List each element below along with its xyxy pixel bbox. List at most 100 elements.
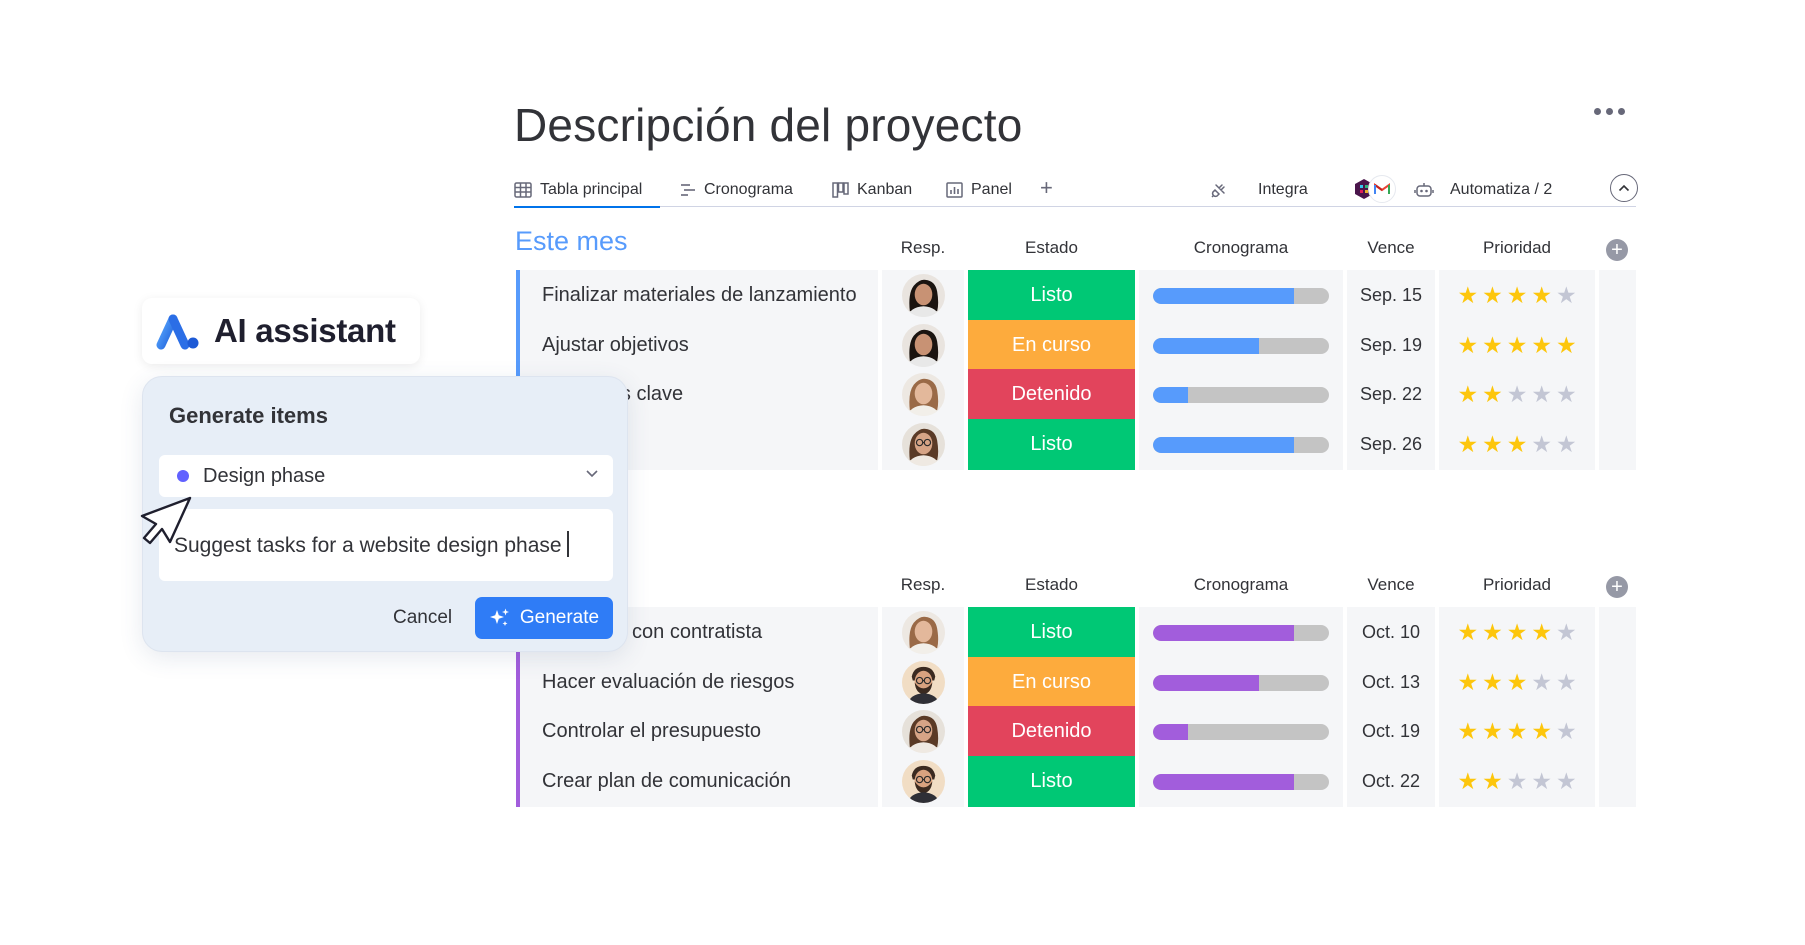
integration-app-logos[interactable] — [1350, 175, 1396, 203]
priority-rating[interactable]: ★ ★ ★ ★ ★ — [1439, 706, 1595, 757]
star-icon[interactable]: ★ — [1482, 770, 1503, 793]
integrate-button[interactable] — [1210, 172, 1228, 207]
timeline-cell[interactable] — [1139, 756, 1343, 807]
star-icon[interactable]: ★ — [1457, 770, 1478, 793]
status-label[interactable]: Listo — [968, 607, 1135, 658]
star-icon[interactable]: ★ — [1457, 334, 1478, 357]
star-icon[interactable]: ★ — [1482, 671, 1503, 694]
star-icon[interactable]: ★ — [1507, 383, 1528, 406]
timeline-cell[interactable] — [1139, 270, 1343, 321]
star-icon[interactable]: ★ — [1556, 284, 1577, 307]
timeline-cell[interactable] — [1139, 607, 1343, 658]
status-label[interactable]: Listo — [968, 270, 1135, 321]
status-label[interactable]: En curso — [968, 320, 1135, 371]
priority-rating[interactable]: ★ ★ ★ ★ ★ — [1439, 657, 1595, 708]
add-column-icon[interactable]: + — [1606, 239, 1628, 261]
star-icon[interactable]: ★ — [1507, 284, 1528, 307]
star-icon[interactable]: ★ — [1507, 433, 1528, 456]
star-icon[interactable]: ★ — [1531, 284, 1552, 307]
integrate-label-button[interactable]: Integra — [1258, 172, 1308, 207]
status-label[interactable]: En curso — [968, 657, 1135, 708]
owner-avatar[interactable] — [882, 369, 964, 420]
star-icon[interactable]: ★ — [1531, 383, 1552, 406]
item-name-cell[interactable]: Finalizar materiales de lanzamiento — [516, 270, 878, 321]
add-view-icon[interactable]: + — [1040, 176, 1053, 200]
timeline-cell[interactable] — [1139, 657, 1343, 708]
status-label[interactable]: Detenido — [968, 369, 1135, 420]
due-date[interactable]: Oct. 22 — [1347, 756, 1435, 807]
star-icon[interactable]: ★ — [1507, 770, 1528, 793]
generate-button[interactable]: Generate — [475, 597, 613, 639]
more-options-icon[interactable] — [1594, 108, 1625, 115]
star-icon[interactable]: ★ — [1531, 621, 1552, 644]
table-row[interactable]: Crear plan de comunicación Listo Oct. 22 ★ ★… — [516, 756, 1636, 807]
star-icon[interactable]: ★ — [1482, 720, 1503, 743]
star-icon[interactable]: ★ — [1556, 720, 1577, 743]
status-label[interactable]: Listo — [968, 419, 1135, 470]
collapse-header-button[interactable] — [1610, 174, 1638, 202]
star-icon[interactable]: ★ — [1457, 284, 1478, 307]
owner-avatar[interactable] — [882, 657, 964, 708]
star-icon[interactable]: ★ — [1507, 334, 1528, 357]
table-row[interactable]: r recursos claveDetenidoSep. 22★★★★★ — [516, 369, 1636, 420]
star-icon[interactable]: ★ — [1556, 621, 1577, 644]
add-column-icon[interactable]: + — [1606, 576, 1628, 598]
table-row[interactable]: Hacer evaluación de riesgos En curso Oct. … — [516, 657, 1636, 708]
priority-rating[interactable]: ★ ★ ★ ★ ★ — [1439, 607, 1595, 658]
timeline-cell[interactable] — [1139, 419, 1343, 470]
timeline-cell[interactable] — [1139, 320, 1343, 371]
star-icon[interactable]: ★ — [1556, 770, 1577, 793]
star-icon[interactable]: ★ — [1556, 383, 1577, 406]
star-icon[interactable]: ★ — [1482, 621, 1503, 644]
due-date[interactable]: Sep. 26 — [1347, 419, 1435, 470]
priority-rating[interactable]: ★ ★ ★ ★ ★ — [1439, 369, 1595, 420]
cancel-button[interactable]: Cancel — [393, 607, 452, 629]
due-date[interactable]: Sep. 19 — [1347, 320, 1435, 371]
ai-prompt-input[interactable]: Suggest tasks for a website design phase — [159, 509, 613, 581]
star-icon[interactable]: ★ — [1482, 284, 1503, 307]
star-icon[interactable]: ★ — [1507, 621, 1528, 644]
due-date[interactable]: Sep. 15 — [1347, 270, 1435, 321]
star-icon[interactable]: ★ — [1556, 671, 1577, 694]
item-name-cell[interactable]: Controlar el presupuesto — [516, 706, 878, 757]
star-icon[interactable]: ★ — [1482, 433, 1503, 456]
tab-main-table[interactable]: Tabla principal — [514, 172, 661, 208]
status-label[interactable]: Detenido — [968, 706, 1135, 757]
priority-rating[interactable]: ★ ★ ★ ★ ★ — [1439, 756, 1595, 807]
due-date[interactable]: Oct. 19 — [1347, 706, 1435, 757]
priority-rating[interactable]: ★ ★ ★ ★ ★ — [1439, 320, 1595, 371]
due-date[interactable]: Sep. 22 — [1347, 369, 1435, 420]
timeline-cell[interactable] — [1139, 706, 1343, 757]
tab-kanban[interactable]: Kanban — [832, 172, 912, 207]
star-icon[interactable]: ★ — [1556, 433, 1577, 456]
owner-avatar[interactable] — [882, 419, 964, 470]
owner-avatar[interactable] — [882, 320, 964, 371]
table-row[interactable]: Controlar el presupuesto Detenido Oct. 19 ★… — [516, 706, 1636, 757]
star-icon[interactable]: ★ — [1531, 334, 1552, 357]
item-name-cell[interactable]: Crear plan de comunicación — [516, 756, 878, 807]
star-icon[interactable]: ★ — [1531, 433, 1552, 456]
due-date[interactable]: Oct. 10 — [1347, 607, 1435, 658]
owner-avatar[interactable] — [882, 756, 964, 807]
star-icon[interactable]: ★ — [1457, 671, 1478, 694]
owner-avatar[interactable] — [882, 270, 964, 321]
star-icon[interactable]: ★ — [1531, 671, 1552, 694]
table-row[interactable]: anListoSep. 26★★★★★ — [516, 419, 1636, 470]
star-icon[interactable]: ★ — [1457, 433, 1478, 456]
automate-button[interactable]: Automatiza / 2 — [1414, 172, 1552, 207]
star-icon[interactable]: ★ — [1507, 720, 1528, 743]
star-icon[interactable]: ★ — [1457, 621, 1478, 644]
star-icon[interactable]: ★ — [1482, 334, 1503, 357]
group-select-dropdown[interactable]: Design phase — [159, 455, 613, 497]
status-label[interactable]: Listo — [968, 756, 1135, 807]
table-row[interactable]: r acuerdo con contratista Listo Oct. 10 ★ ★ ★… — [516, 607, 1636, 658]
timeline-cell[interactable] — [1139, 369, 1343, 420]
star-icon[interactable]: ★ — [1507, 671, 1528, 694]
due-date[interactable]: Oct. 13 — [1347, 657, 1435, 708]
star-icon[interactable]: ★ — [1556, 334, 1577, 357]
star-icon[interactable]: ★ — [1531, 770, 1552, 793]
priority-rating[interactable]: ★ ★ ★ ★ ★ — [1439, 270, 1595, 321]
star-icon[interactable]: ★ — [1457, 720, 1478, 743]
owner-avatar[interactable] — [882, 706, 964, 757]
item-name-cell[interactable]: Ajustar objetivos — [516, 320, 878, 371]
